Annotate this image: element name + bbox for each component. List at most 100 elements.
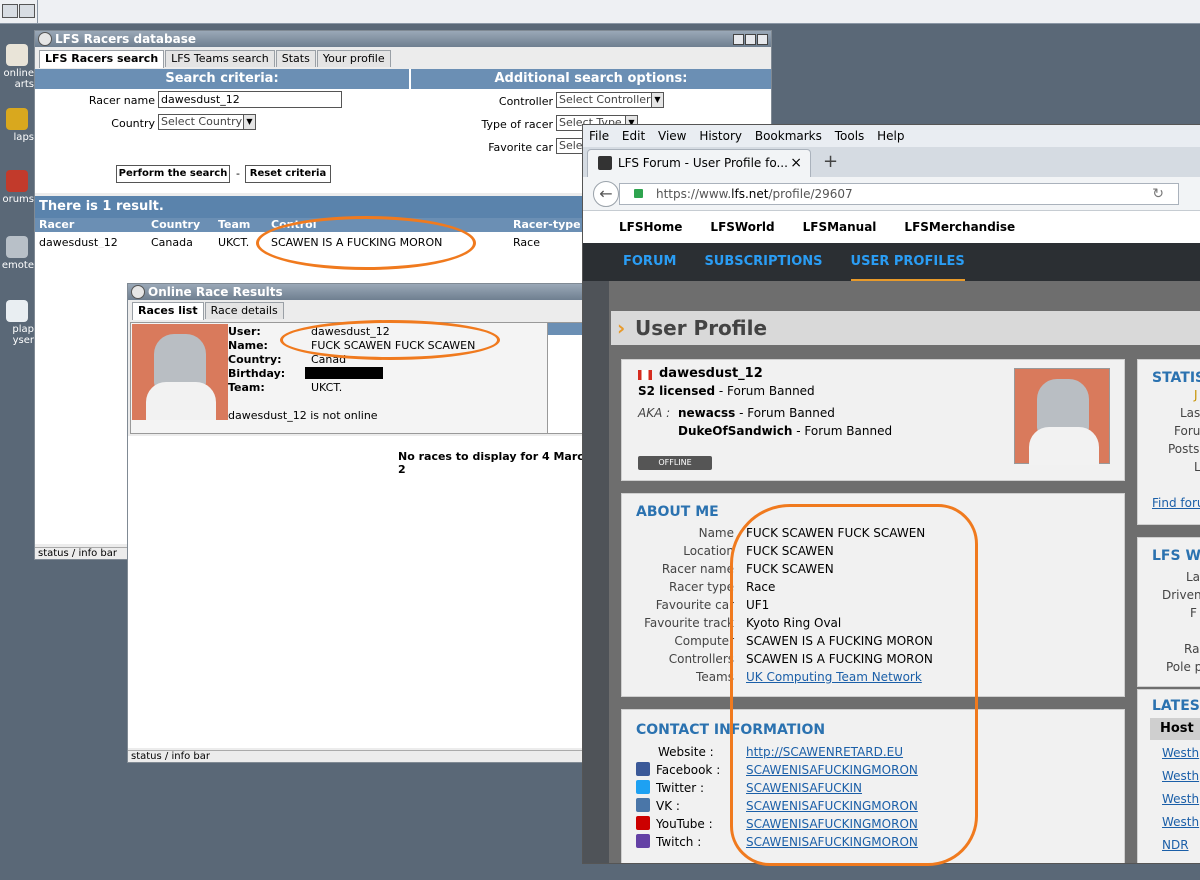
canada-flag-icon <box>638 370 652 380</box>
page-title: User Profile <box>635 316 768 340</box>
team-value: UKCT. <box>311 381 343 394</box>
name-label: Name: <box>228 339 268 352</box>
col-racer[interactable]: Racer <box>39 218 74 232</box>
aka-status: - Forum Banned <box>735 406 835 420</box>
user-profile-header: › User Profile <box>611 311 1200 345</box>
fur-coat <box>146 382 216 420</box>
side-panel <box>547 323 587 433</box>
stat-label: J <box>1194 388 1198 402</box>
minimize-icon[interactable] <box>733 34 744 45</box>
search-criteria-header: Search criteria: <box>35 69 409 89</box>
reset-criteria-button[interactable]: Reset criteria <box>245 165 331 183</box>
offline-badge: OFFLINE <box>638 456 712 470</box>
country-label: Country <box>111 117 155 130</box>
tab-racers-search[interactable]: LFS Racers search <box>39 50 165 68</box>
desktop-icon-label: plap yser <box>12 324 34 346</box>
additional-options-header: Additional search options: <box>411 69 771 89</box>
quill-icon <box>6 170 28 192</box>
tab-your-profile[interactable]: Your profile <box>316 50 391 67</box>
tab-bar: LFS Racers search LFS Teams search Stats Yo… <box>35 47 771 68</box>
about-key: Controllers <box>668 652 734 666</box>
about-key: Favourite track <box>644 616 734 630</box>
menu-file[interactable]: File <box>589 125 609 147</box>
nav-lfsmanual[interactable]: LFSManual <box>803 220 877 234</box>
menu-bookmarks[interactable]: Bookmarks <box>755 125 822 147</box>
tab-race-details[interactable]: Race details <box>204 302 284 319</box>
menu-edit[interactable]: Edit <box>622 125 645 147</box>
desktop-icon-online-charts[interactable]: online arts <box>0 44 34 90</box>
nav-lfshome[interactable]: LFSHome <box>619 220 682 234</box>
maximize-icon[interactable] <box>745 34 756 45</box>
url-bar[interactable]: https://www.lfs.net/profile/29607 ↻ <box>619 183 1179 205</box>
col-country[interactable]: Country <box>151 218 200 232</box>
contact-key: Twitter : <box>656 781 705 795</box>
back-arrow-icon[interactable]: ← <box>593 181 619 207</box>
tab-stats[interactable]: Stats <box>275 50 316 67</box>
latest-host-link[interactable]: NDR <box>1162 838 1189 852</box>
racer-name-input[interactable]: dawesdust_12 <box>158 91 342 108</box>
latest-host-link[interactable]: Westh <box>1162 769 1199 783</box>
close-icon[interactable] <box>757 34 768 45</box>
menu-history[interactable]: History <box>699 125 742 147</box>
browser-tab[interactable]: LFS Forum - User Profile fo... × <box>587 149 811 177</box>
forum-nav: FORUM SUBSCRIPTIONS USER PROFILES <box>583 243 1200 281</box>
menu-help[interactable]: Help <box>877 125 904 147</box>
desktop-icon-label: online arts <box>3 68 34 90</box>
stat-label: Las <box>1180 406 1200 420</box>
status-bar: status / info bar <box>128 750 596 762</box>
col-racer-type[interactable]: Racer-type <box>513 218 581 232</box>
about-key: Name <box>698 526 734 540</box>
close-tab-icon[interactable]: × <box>790 150 802 176</box>
col-team[interactable]: Team <box>218 218 250 232</box>
country-select[interactable]: Select Country ▼ <box>158 114 256 130</box>
about-key: Racer name <box>661 562 734 576</box>
menu-bar: File Edit View History Bookmarks Tools H… <box>583 125 1200 147</box>
window-titlebar[interactable]: LFS Racers database <box>35 31 771 47</box>
twitch-icon <box>636 834 650 848</box>
desktop-icon-forums[interactable]: orums <box>0 170 34 205</box>
latest-host-link[interactable]: Westh <box>1162 746 1199 760</box>
app-icon <box>131 285 145 299</box>
twitter-icon <box>636 780 650 794</box>
new-tab-icon[interactable]: + <box>823 149 838 175</box>
window-title: LFS Racers database <box>55 32 196 46</box>
about-key: Computer <box>674 634 734 648</box>
lfs-world-title: LFS WO <box>1152 548 1200 564</box>
desktop-icon-remote[interactable]: emote <box>0 236 34 271</box>
menu-tools[interactable]: Tools <box>835 125 865 147</box>
grid-icon[interactable] <box>19 4 35 18</box>
birthday-label: Birthday: <box>228 367 286 380</box>
tab-races-list[interactable]: Races list <box>132 302 204 320</box>
window-titlebar[interactable]: Online Race Results <box>128 284 596 300</box>
latest-title: LATES <box>1152 698 1200 714</box>
nav-lfsmerchandise[interactable]: LFSMerchandise <box>904 220 1015 234</box>
nav-lfsworld[interactable]: LFSWorld <box>710 220 774 234</box>
desktop-icon-label: emote <box>1 260 34 271</box>
about-me-title: ABOUT ME <box>636 504 719 520</box>
annotation-circle <box>730 504 978 866</box>
pin-icon[interactable] <box>2 4 18 18</box>
contact-key: VK : <box>656 799 680 813</box>
lfs-favicon-icon <box>598 156 612 170</box>
racer-name-label: Racer name <box>88 94 155 107</box>
latest-panel: LATES Host Westh Westh Westh Westh NDR <box>1137 689 1200 863</box>
reload-icon[interactable]: ↻ <box>1152 184 1164 204</box>
latest-host-link[interactable]: Westh <box>1162 792 1199 806</box>
stat-label: La <box>1186 570 1200 584</box>
team-label: Team: <box>228 381 265 394</box>
nav-subscriptions[interactable]: SUBSCRIPTIONS <box>704 243 822 281</box>
stat-label: Pole p <box>1166 660 1200 674</box>
nav-forum[interactable]: FORUM <box>623 243 676 281</box>
tab-teams-search[interactable]: LFS Teams search <box>165 50 275 67</box>
latest-host-link[interactable]: Westh <box>1162 815 1199 829</box>
nav-user-profiles[interactable]: USER PROFILES <box>850 245 965 281</box>
menu-view[interactable]: View <box>658 125 686 147</box>
aka-status: - Forum Banned <box>792 424 893 438</box>
perform-search-button[interactable]: Perform the search <box>116 165 230 183</box>
license-status: - Forum Banned <box>715 384 815 398</box>
controller-select[interactable]: Select Controller ▼ <box>556 92 664 108</box>
desktop-icon-laps[interactable]: laps <box>0 108 34 143</box>
find-forum-link[interactable]: Find foru <box>1152 496 1200 510</box>
desktop-icon-replay-analyser[interactable]: plap yser <box>0 300 34 346</box>
contact-key: YouTube : <box>656 817 713 831</box>
